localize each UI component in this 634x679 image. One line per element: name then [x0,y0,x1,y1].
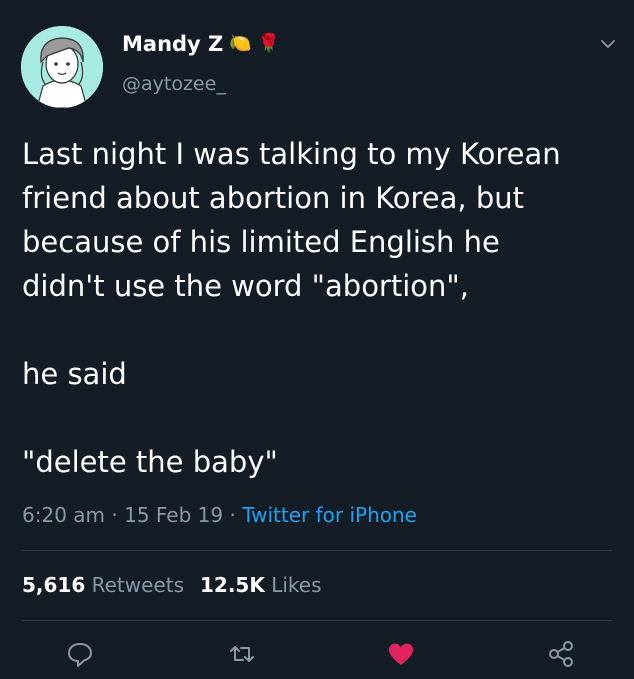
retweet-button[interactable] [224,636,260,672]
tweet-actions [0,636,634,676]
meta-separator: · [229,503,236,527]
avatar[interactable] [21,26,103,108]
tweet-source-link[interactable]: Twitter for iPhone [242,503,417,527]
retweets-count: 5,616 [22,573,86,597]
heart-icon [389,643,413,665]
likes-stat[interactable]: 12.5K Likes [200,573,322,597]
author-display-name[interactable]: Mandy Z [122,32,223,56]
retweets-stat[interactable]: 5,616 Retweets [22,573,184,597]
divider [22,620,612,621]
avatar-illustration [21,26,103,108]
tweet-date[interactable]: 15 Feb 19 [124,503,223,527]
retweet-icon [230,646,254,662]
likes-label: Likes [271,573,322,597]
author-handle[interactable]: @aytozee_ [122,73,226,95]
lemon-emoji: 🍋 [229,33,252,54]
likes-count: 12.5K [200,573,265,597]
chevron-down-icon[interactable] [600,38,616,50]
tweet-text: Last night I was talking to my Korean fr… [22,137,561,479]
author-name-row[interactable]: Mandy Z 🍋 🌹 [122,32,280,56]
reply-button[interactable] [62,636,98,672]
rose-emoji: 🌹 [257,33,281,54]
share-icon [549,641,573,667]
reply-icon [68,643,92,667]
retweets-label: Retweets [91,573,184,597]
divider [22,550,612,551]
tweet-meta: 6:20 am · 15 Feb 19 · Twitter for iPhone [22,503,417,527]
tweet-time[interactable]: 6:20 am [22,503,105,527]
meta-separator: · [111,503,118,527]
share-button[interactable] [543,636,579,672]
tweet-stats: 5,616 Retweets 12.5K Likes [22,573,322,597]
like-button[interactable] [383,636,419,672]
